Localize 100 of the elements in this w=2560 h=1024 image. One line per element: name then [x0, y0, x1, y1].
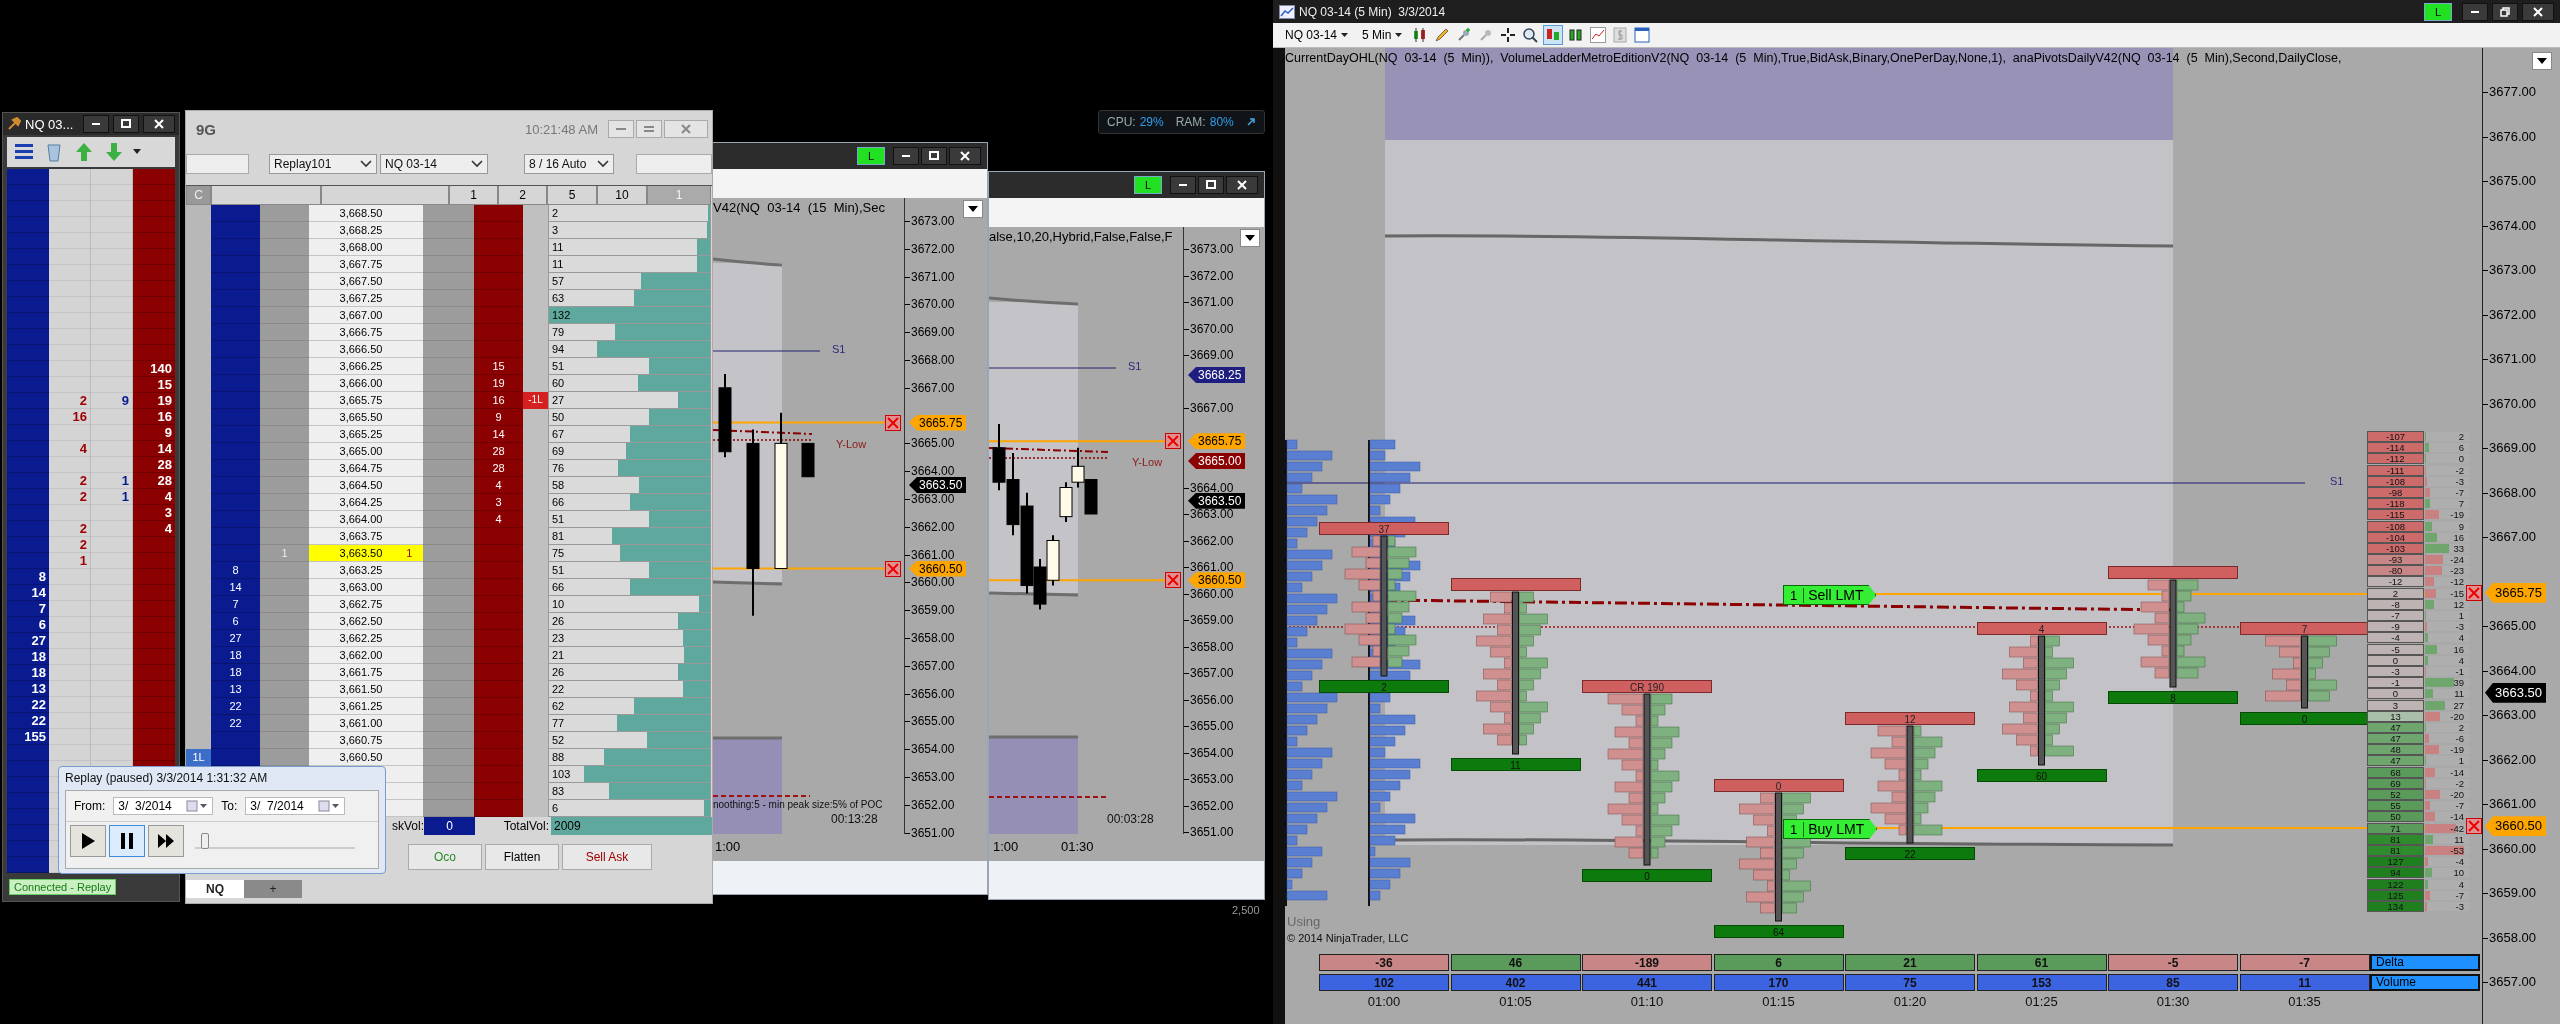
window-title: NQ 03-14 (5 Min) 3/3/2014 — [1299, 4, 1447, 19]
volume-cell: 11 — [548, 256, 711, 273]
delta-cell: -93 — [2367, 554, 2424, 566]
axis-label: 3670.00 — [905, 296, 955, 313]
price-marker: 3663.50 — [2485, 682, 2546, 703]
volume-cell: 23 — [548, 630, 711, 647]
volume-cell: 441 — [1582, 974, 1712, 991]
delta-cell: 52 — [2367, 789, 2424, 800]
axis-label: 3672.00 — [905, 240, 955, 257]
price-cell: 3,662.25 — [309, 630, 423, 647]
delta-cell: -115 — [2367, 509, 2424, 521]
order-label: Sell LMT — [1807, 587, 1864, 603]
order-label: Buy LMT — [1807, 821, 1865, 837]
delta-cell: 71 — [2367, 822, 2424, 834]
time-label: 01:30 — [2155, 994, 2191, 1009]
connection-badge: L — [2424, 2, 2452, 21]
axis-label: 3671.00 — [1184, 294, 1234, 310]
net-value: 7 — [2458, 498, 2464, 510]
indicator-text: V42(NQ 03-14 (15 Min),Sec — [713, 200, 885, 215]
axis-label: 3672.00 — [1184, 267, 1234, 284]
axis-label: 3654.00 — [1184, 744, 1234, 761]
axis-label: 3669.00 — [2483, 439, 2536, 457]
delta-cell: 50 — [2367, 811, 2424, 823]
volume-cell: 103 — [548, 766, 711, 783]
net-value: 12 — [2453, 598, 2464, 610]
volume-cell: 50 — [548, 409, 711, 426]
price-cell: 3,665.00 — [309, 443, 423, 460]
ram-label: RAM: — [1175, 115, 1206, 129]
volume-cell: 52 — [548, 732, 711, 749]
price-marker: 3663.50 — [1188, 492, 1246, 509]
net-value: -42 — [2450, 822, 2464, 834]
price-cell: 3,660.50 — [309, 749, 423, 766]
connection-status: Connected - Replay — [9, 879, 117, 895]
delta-cell: -108 — [2367, 475, 2424, 487]
sell-volume-bar: 0 — [1713, 779, 1844, 792]
delta-cell: 69 — [2367, 777, 2424, 789]
net-value: -4 — [2455, 856, 2464, 868]
from-label: From: — [74, 799, 106, 813]
axis-label: 3669.00 — [905, 324, 955, 341]
volume-cell: 51 — [548, 562, 711, 579]
pivot-label: S1 — [1128, 360, 1142, 372]
net-value: 39 — [2453, 677, 2464, 689]
delta-cell: 2 — [2367, 587, 2424, 599]
delta-cell: -104 — [2367, 531, 2424, 543]
delta-cell: 47 — [2367, 721, 2424, 733]
price-cell: 3,661.50 — [309, 681, 423, 698]
delta-cell: -114 — [2367, 442, 2424, 454]
volume-cell: 69 — [548, 443, 711, 460]
price-marker: 3665.00 — [1188, 453, 1246, 469]
net-value: -7 — [2455, 889, 2464, 901]
indicator-text: alse,10,20,Hybrid,False,False,F — [989, 229, 1173, 244]
axis-label: 3673.00 — [1184, 241, 1234, 257]
axis-label: 3656.00 — [1184, 691, 1234, 708]
net-value: -2 — [2455, 777, 2464, 789]
net-value: 33 — [2453, 542, 2464, 554]
bar-timer: 00:13:28 — [831, 812, 878, 826]
price-cell: 3,664.75 — [309, 460, 423, 477]
price-cell: 3,668.25 — [309, 222, 423, 239]
volume-cell: 85 — [2108, 974, 2238, 991]
net-value: -3 — [2455, 900, 2464, 912]
volume-cell: 21 — [548, 647, 711, 664]
price-cell: 3,661.00 — [309, 715, 423, 732]
copyright-text: © 2014 NinjaTrader, LLC — [1287, 932, 1409, 944]
axis-label: 3652.00 — [905, 796, 955, 813]
axis-label: 3668.00 — [2483, 483, 2536, 502]
volume-cell: 2 — [548, 205, 711, 222]
delta-cell: -7 — [2367, 610, 2424, 621]
net-value: -14 — [2450, 811, 2464, 823]
time-label: 01:20 — [1892, 994, 1928, 1009]
indicator-text: CurrentDayOHL(NQ 03-14 (5 Min)), VolumeLadderMetroEditionV2(NQ 03-14 (5 Min),True,BidAsk,Binary,OnePerDay,None,1), anaPivotsDailyV42(NQ 03-14 (5 Min),Second,DailyClose, — [1285, 51, 2342, 65]
price-cell: 3,666.50 — [309, 341, 423, 358]
net-value: -19 — [2450, 744, 2464, 756]
dialog-title: Replay (paused) 3/3/2014 1:31:32 AM — [65, 771, 269, 785]
net-value: -6 — [2455, 733, 2464, 745]
net-value: 4 — [2458, 878, 2464, 890]
pivot-label: S1 — [832, 343, 846, 355]
price-cell: 3,667.50 — [309, 273, 423, 290]
volume-cell: 26 — [548, 613, 711, 630]
axis-label: 3663.00 — [905, 491, 955, 507]
net-value: 4 — [2458, 654, 2464, 666]
price-cell: 3,665.50 — [309, 409, 423, 426]
axis-label: 3676.00 — [2483, 127, 2536, 146]
delta-cell: -80 — [2367, 565, 2424, 577]
volume-cell: 51 — [548, 511, 711, 528]
delta-cell: 125 — [2367, 889, 2424, 901]
row-label: Delta — [2370, 954, 2480, 971]
net-value: -7 — [2455, 800, 2464, 812]
ram-value: 80% — [1209, 115, 1234, 129]
axis-label: 3670.00 — [2483, 394, 2536, 413]
sold-cell: 1 — [260, 545, 309, 562]
net-value: 11 — [2454, 833, 2464, 845]
net-value: 6 — [2458, 442, 2464, 454]
axis-label: 3662.00 — [905, 518, 955, 535]
price-cell: 3,662.00 — [309, 647, 423, 664]
volume-cell: 58 — [548, 477, 711, 494]
delta-cell: 61 — [1976, 954, 2107, 971]
time-label: 01:00 — [1366, 994, 1402, 1009]
axis-label: 3675.00 — [2483, 172, 2536, 190]
price-marker: 3663.50 — [909, 477, 967, 494]
net-value: 10 — [2453, 867, 2464, 879]
